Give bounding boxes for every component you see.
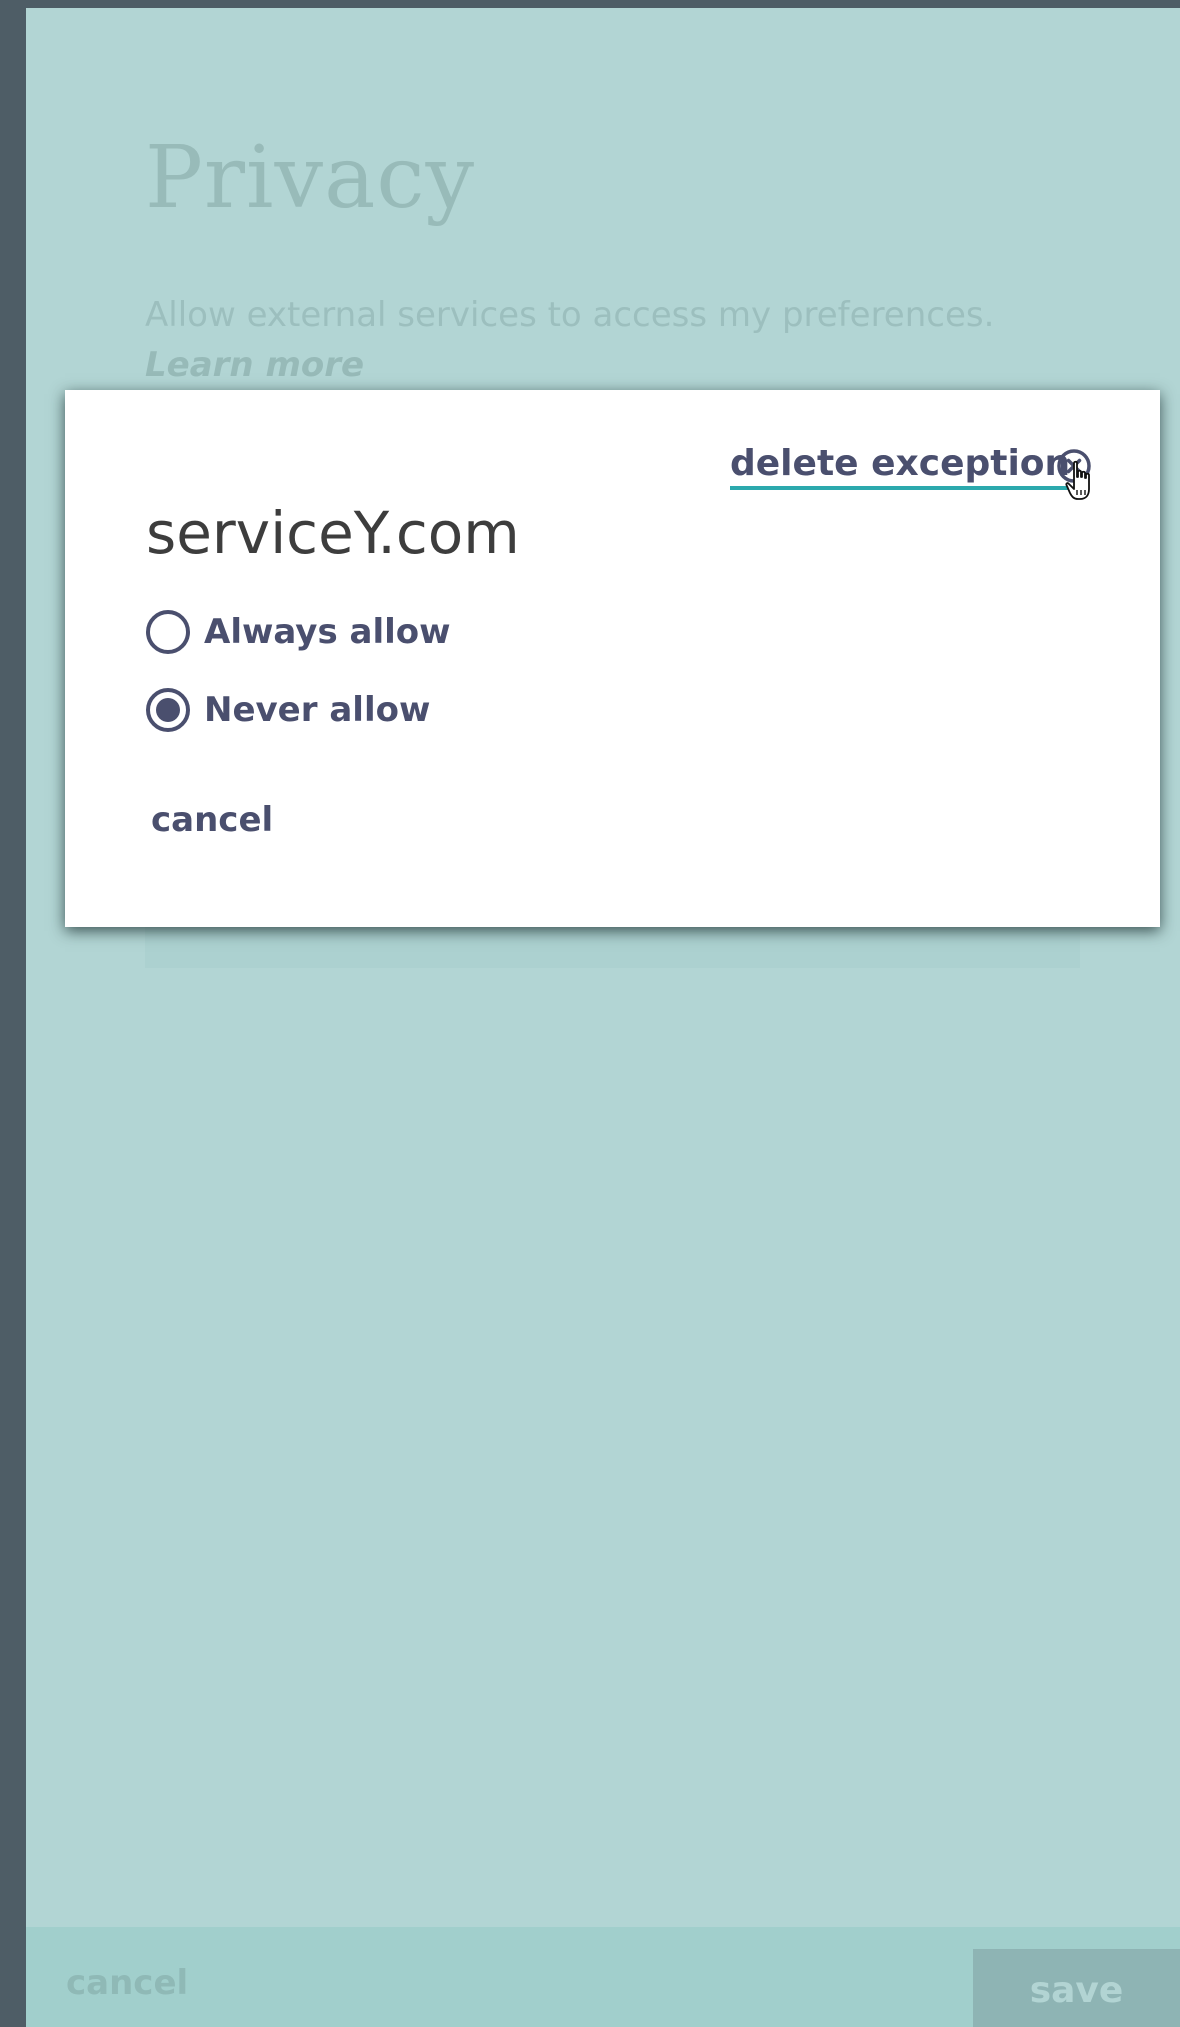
radio-never-allow[interactable]: Never allow [146, 684, 430, 736]
page-description: Allow external services to access my pre… [145, 290, 1045, 390]
exception-dialog: delete exception serviceY.com Always all… [65, 390, 1160, 927]
footer-bar: cancel save [26, 1927, 1180, 2027]
footer-cancel-button[interactable]: cancel [66, 1963, 188, 2003]
close-circle-icon[interactable] [1056, 448, 1092, 484]
delete-exception-link[interactable]: delete exception [730, 442, 1071, 490]
radio-unchecked-icon[interactable] [146, 610, 190, 654]
save-button[interactable]: save [973, 1949, 1180, 2027]
settings-page: Privacy Allow external services to acces… [26, 8, 1180, 2027]
learn-more-link[interactable]: Learn more [145, 345, 364, 385]
dialog-cancel-button[interactable]: cancel [151, 800, 273, 840]
radio-label-always-allow: Always allow [204, 612, 451, 652]
page-title: Privacy [145, 128, 476, 228]
radio-always-allow[interactable]: Always allow [146, 606, 451, 658]
service-name: serviceY.com [146, 499, 520, 567]
radio-checked-icon[interactable] [146, 688, 190, 732]
radio-selected-dot [156, 698, 180, 722]
radio-label-never-allow: Never allow [204, 690, 431, 730]
description-text: Allow external services to access my pre… [145, 295, 995, 335]
